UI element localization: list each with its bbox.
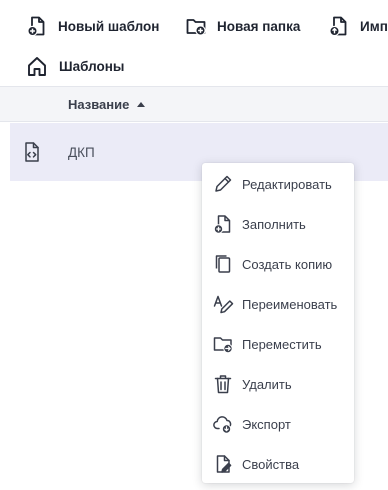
menu-item-properties[interactable]: Свойства: [202, 444, 354, 484]
pencil-icon: [212, 173, 234, 195]
sort-ascending-icon: [137, 101, 146, 107]
menu-item-label: Свойства: [242, 456, 300, 472]
toolbar: Новый шаблон Новая папка Импо: [0, 0, 388, 52]
menu-item-move[interactable]: Переместить: [202, 324, 354, 364]
breadcrumb-label: Шаблоны: [59, 58, 125, 74]
menu-item-label: Создать копию: [242, 256, 333, 272]
column-header-label: Название: [68, 96, 130, 112]
file-properties-icon: [212, 453, 234, 475]
menu-item-edit[interactable]: Редактировать: [202, 164, 354, 204]
menu-item-label: Экспорт: [242, 416, 291, 432]
copy-icon: [212, 253, 234, 275]
cloud-export-icon: [212, 413, 234, 435]
rename-icon: [212, 293, 234, 315]
folder-move-icon: [212, 333, 234, 355]
import-button[interactable]: Импо: [328, 12, 388, 40]
trash-icon: [212, 373, 234, 395]
file-import-icon: [328, 15, 350, 37]
new-folder-button[interactable]: Новая папка: [185, 12, 300, 40]
table-header: Название: [0, 86, 388, 122]
new-folder-label: Новая папка: [217, 18, 301, 34]
file-plus-icon: [212, 213, 234, 235]
menu-item-copy[interactable]: Создать копию: [202, 244, 354, 284]
menu-item-fill[interactable]: Заполнить: [202, 204, 354, 244]
menu-item-label: Редактировать: [242, 176, 332, 192]
new-template-button[interactable]: Новый шаблон: [26, 12, 159, 40]
menu-item-delete[interactable]: Удалить: [202, 364, 354, 404]
menu-item-label: Заполнить: [242, 216, 306, 232]
context-menu: Редактировать Заполнить Создать копию Пе…: [202, 163, 354, 483]
home-icon: [26, 55, 48, 77]
menu-item-label: Переименовать: [242, 296, 338, 312]
column-header-name[interactable]: Название: [68, 96, 146, 112]
file-plus-icon: [26, 15, 48, 37]
template-code-icon: [19, 140, 43, 164]
row-name: ДКП: [68, 144, 95, 160]
breadcrumb[interactable]: Шаблоны: [26, 53, 124, 79]
menu-item-export[interactable]: Экспорт: [202, 404, 354, 444]
menu-item-label: Удалить: [242, 376, 292, 392]
menu-item-label: Переместить: [242, 336, 322, 352]
import-label: Импо: [360, 18, 388, 34]
folder-plus-icon: [185, 15, 207, 37]
new-template-label: Новый шаблон: [58, 18, 160, 34]
menu-item-rename[interactable]: Переименовать: [202, 284, 354, 324]
